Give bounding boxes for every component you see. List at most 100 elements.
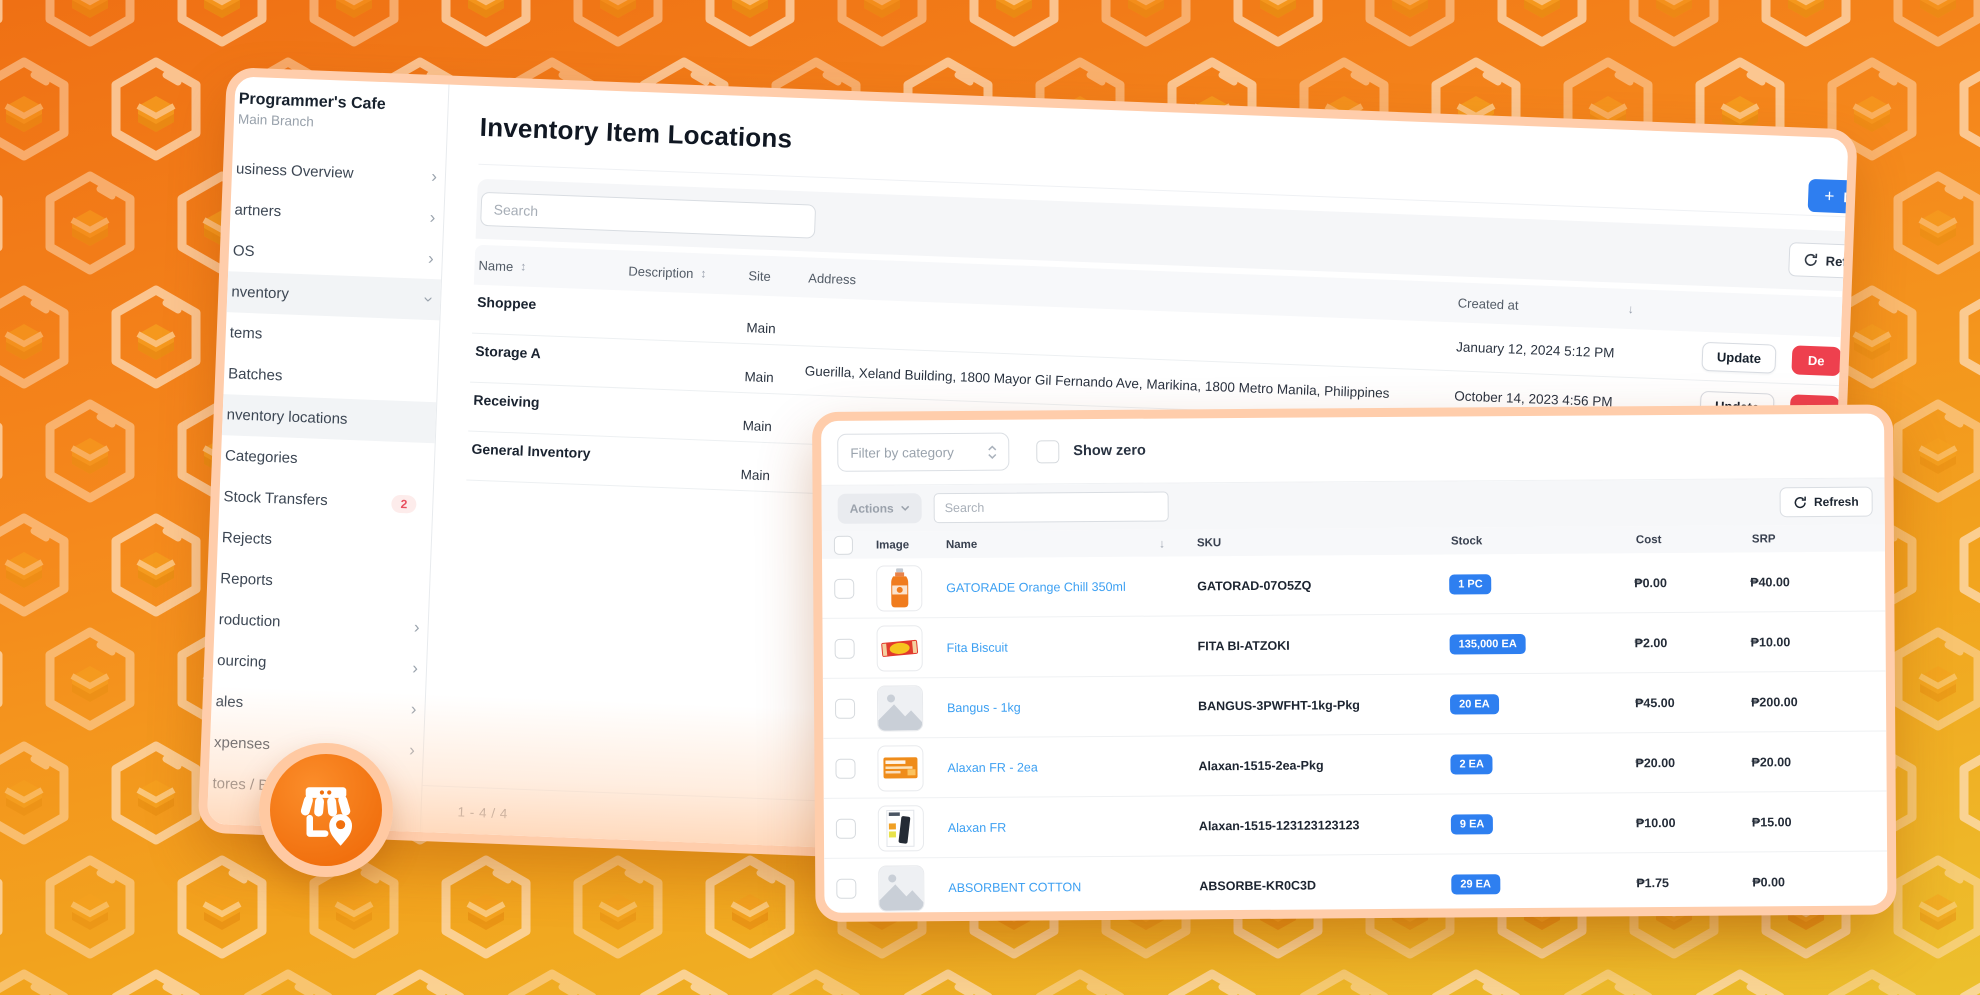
item-row: ABSORBENT COTTONABSORBE-KR0C3D29 EA₱1.75… bbox=[824, 852, 1887, 919]
hex-logo-tile bbox=[108, 284, 204, 395]
row-actions: Update De bbox=[1701, 341, 1857, 378]
items-table-body: GATORADE Orange Chill 350mlGATORAD-07O5Z… bbox=[822, 552, 1887, 919]
location-name: Receiving bbox=[473, 383, 624, 414]
items-search-input[interactable] bbox=[934, 492, 1169, 524]
item-name-link[interactable]: Alaxan FR - 2ea bbox=[941, 759, 1196, 775]
column-header-label: Name bbox=[946, 538, 977, 550]
item-image-cell bbox=[863, 685, 941, 732]
item-srp: ₱10.00 bbox=[1751, 634, 1868, 649]
sidebar: Programmer's Cafe Main Branch usiness Ov… bbox=[207, 76, 450, 832]
item-srp: ₱0.00 bbox=[1752, 874, 1869, 889]
chevron-right-icon: › bbox=[428, 250, 434, 267]
chevron-right-icon: › bbox=[429, 209, 435, 226]
hex-logo-tile bbox=[438, 0, 534, 53]
hex-logo-tile bbox=[1032, 968, 1128, 995]
column-header: Site bbox=[748, 268, 809, 285]
items-refresh-button[interactable]: Refresh bbox=[1780, 487, 1873, 518]
location-description bbox=[621, 461, 741, 466]
hex-logo-tile bbox=[1494, 0, 1590, 53]
hex-logo-tile bbox=[0, 170, 6, 281]
new-button[interactable]: + New bbox=[1808, 179, 1858, 215]
hex-logo-tile bbox=[174, 0, 270, 53]
stock-badge: 2 EA bbox=[1450, 754, 1493, 774]
column-header-label: SRP bbox=[1752, 533, 1776, 545]
hex-logo-tile bbox=[240, 968, 336, 995]
row-checkbox[interactable] bbox=[836, 818, 856, 838]
hex-logo-tile bbox=[834, 0, 930, 53]
item-row: Bangus - 1kgBANGUS-3PWFHT-1kg-Pkg20 EA₱4… bbox=[823, 672, 1886, 739]
column-header[interactable]: Name↕ bbox=[478, 257, 628, 278]
hex-logo-tile bbox=[42, 398, 138, 509]
hex-logo-tile bbox=[306, 0, 402, 53]
stock-badge: 29 EA bbox=[1451, 874, 1500, 894]
hex-logo-tile bbox=[1956, 512, 1980, 623]
update-button[interactable]: Update bbox=[1701, 341, 1776, 373]
hex-logo-tile bbox=[0, 56, 72, 167]
item-row: Fita BiscuitFITA BI-ATZOKI135,000 EA₱2.0… bbox=[822, 612, 1885, 679]
select-all-checkbox[interactable] bbox=[834, 536, 853, 555]
row-checkbox[interactable] bbox=[835, 698, 855, 718]
hex-logo-tile bbox=[1824, 968, 1920, 995]
store-location-logo bbox=[259, 743, 393, 877]
refresh-button[interactable]: Refr bbox=[1788, 242, 1858, 279]
stock-badge: 20 EA bbox=[1450, 694, 1499, 714]
row-checkbox[interactable] bbox=[835, 638, 855, 658]
hex-logo-tile bbox=[1890, 398, 1980, 509]
plus-icon: + bbox=[1824, 186, 1835, 206]
sidebar-item-label: Stock Transfers bbox=[223, 488, 392, 511]
item-name-link[interactable]: ABSORBENT COTTON bbox=[942, 879, 1197, 895]
hex-logo-tile bbox=[900, 968, 996, 995]
item-image-cell bbox=[862, 625, 940, 672]
pagination: 1 - 4 / 4 bbox=[457, 804, 508, 821]
sort-desc-icon: ↓ bbox=[1159, 536, 1165, 550]
row-checkbox-cell bbox=[824, 878, 864, 898]
item-name-link[interactable]: Bangus - 1kg bbox=[941, 699, 1196, 715]
category-filter-select[interactable]: Filter by category bbox=[837, 433, 1009, 472]
product-image bbox=[876, 625, 922, 671]
hex-logo-tile bbox=[1956, 56, 1980, 167]
hex-logo-tile bbox=[1692, 968, 1788, 995]
item-stock-cell: 135,000 EA bbox=[1450, 633, 1635, 654]
hex-logo-tile bbox=[504, 968, 600, 995]
column-header[interactable]: Description↕ bbox=[628, 263, 748, 283]
sidebar-item-label: Batches bbox=[228, 365, 430, 390]
item-name-link[interactable]: Fita Biscuit bbox=[941, 639, 1196, 655]
search-input[interactable] bbox=[480, 192, 816, 239]
location-address: Guerilla, Xeland Building, 1800 Mayor Gi… bbox=[804, 363, 1454, 403]
row-checkbox-cell bbox=[823, 758, 863, 778]
row-checkbox-cell bbox=[823, 698, 863, 718]
hex-logo-tile bbox=[0, 968, 72, 995]
sort-icon: ↕ bbox=[520, 259, 527, 273]
chevron-right-icon: › bbox=[414, 619, 420, 636]
show-zero-checkbox[interactable] bbox=[1036, 440, 1059, 463]
hex-logo-tile bbox=[1890, 854, 1980, 965]
hex-logo-tile bbox=[108, 512, 204, 623]
column-header-label: Address bbox=[808, 270, 856, 287]
column-header[interactable]: Name ↓ bbox=[940, 536, 1195, 552]
column-header: SKU bbox=[1195, 535, 1449, 549]
column-header[interactable]: Created at↓ bbox=[1458, 295, 1648, 317]
sort-desc-icon: ↓ bbox=[1627, 302, 1634, 316]
actions-button[interactable]: Actions bbox=[838, 493, 922, 524]
item-name-link[interactable]: GATORADE Orange Chill 350ml bbox=[940, 579, 1195, 595]
row-checkbox-cell bbox=[823, 638, 863, 658]
hex-logo-tile bbox=[1230, 0, 1326, 53]
hex-logo-tile bbox=[0, 284, 72, 395]
location-description bbox=[625, 363, 745, 368]
row-checkbox[interactable] bbox=[834, 578, 854, 598]
row-checkbox-cell bbox=[824, 818, 864, 838]
chevron-right-icon: › bbox=[412, 660, 418, 677]
item-name-link[interactable]: Alaxan FR bbox=[942, 819, 1197, 835]
location-site: Main bbox=[742, 418, 803, 443]
chevron-down-icon: › bbox=[421, 296, 438, 302]
hex-logo-tile bbox=[0, 740, 72, 851]
row-checkbox[interactable] bbox=[835, 758, 855, 778]
item-image-cell bbox=[864, 805, 942, 852]
chevron-right-icon: › bbox=[409, 742, 415, 759]
row-checkbox[interactable] bbox=[836, 878, 856, 898]
stock-badge: 9 EA bbox=[1451, 814, 1494, 834]
column-header-label: SKU bbox=[1197, 537, 1221, 549]
location-site: Main bbox=[746, 320, 807, 345]
delete-button[interactable]: De bbox=[1791, 345, 1841, 376]
storefront-pin-icon bbox=[287, 771, 365, 849]
